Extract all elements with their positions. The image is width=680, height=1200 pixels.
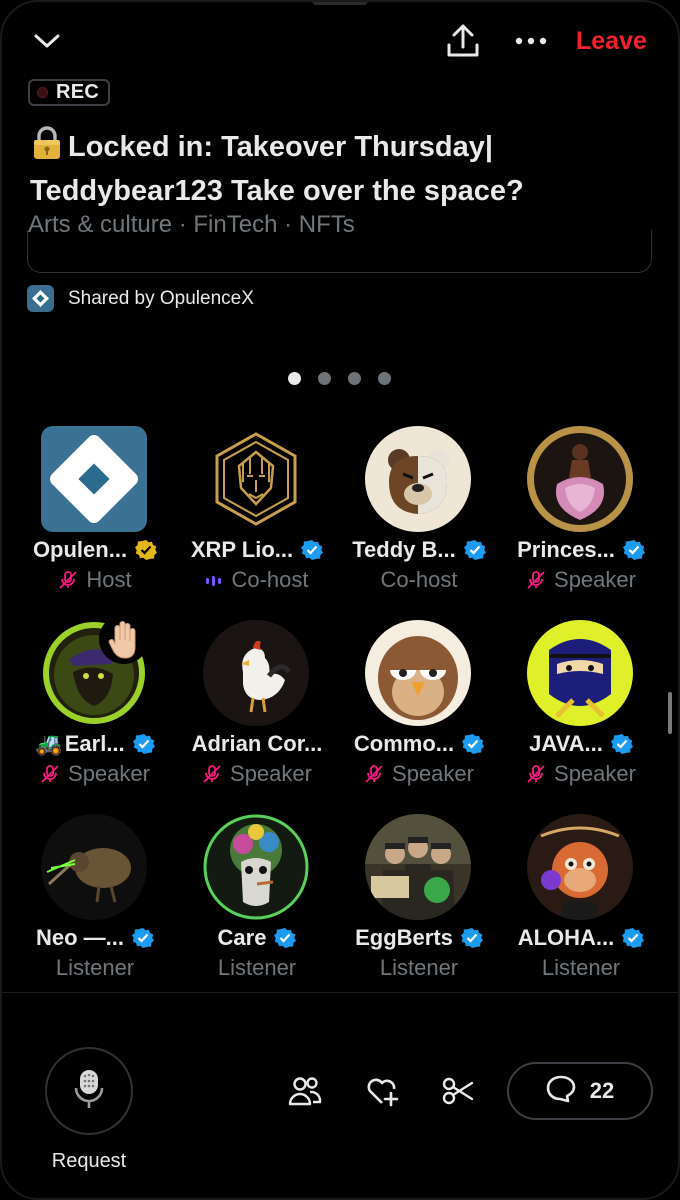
verified-icon bbox=[301, 539, 324, 561]
avatar bbox=[365, 620, 471, 726]
participant-card[interactable]: Commo... Speaker bbox=[338, 620, 500, 790]
lock-icon bbox=[30, 126, 64, 171]
participant-name: Commo... bbox=[353, 731, 455, 756]
mic-off-icon bbox=[40, 764, 60, 784]
participant-name: ALOHA... bbox=[517, 925, 615, 950]
participant-role: Listener bbox=[217, 955, 297, 980]
page-dot[interactable] bbox=[348, 372, 361, 385]
opulencex-logo-icon bbox=[27, 285, 54, 312]
avatar bbox=[527, 426, 633, 532]
space-title: Locked in: Takeover Thursday| Teddybear1… bbox=[30, 131, 524, 207]
participant-role: Speaker bbox=[554, 567, 636, 592]
participant-role: Speaker bbox=[230, 761, 312, 786]
participant-name: JAVA... bbox=[529, 731, 603, 756]
participant-name: Teddy B... bbox=[352, 537, 456, 562]
people-icon[interactable] bbox=[285, 1071, 325, 1111]
avatar bbox=[203, 620, 309, 726]
avatar bbox=[41, 426, 147, 532]
leave-button[interactable]: Leave bbox=[576, 27, 647, 56]
comment-count: 22 bbox=[589, 1078, 615, 1103]
comments-button[interactable]: 22 bbox=[507, 1062, 653, 1120]
page-dot[interactable] bbox=[318, 372, 331, 385]
participant-card[interactable]: Princes... Speaker bbox=[500, 426, 662, 596]
avatar bbox=[365, 426, 471, 532]
space-header: Leave bbox=[0, 0, 680, 80]
participant-card[interactable]: 🚜 Earl... Speaker bbox=[14, 614, 176, 790]
participant-role: Speaker bbox=[554, 761, 636, 786]
participant-card[interactable]: XRP Lio... Co-host bbox=[176, 426, 338, 596]
participant-card[interactable]: Care Listener bbox=[176, 814, 338, 984]
microphone-icon bbox=[74, 1068, 104, 1115]
page-indicator bbox=[288, 372, 391, 385]
verified-icon bbox=[460, 927, 483, 949]
avatar bbox=[41, 814, 147, 920]
page-dot[interactable] bbox=[378, 372, 391, 385]
mic-off-icon bbox=[202, 764, 222, 784]
participant-name: EggBerts bbox=[355, 925, 453, 950]
avatar bbox=[203, 426, 309, 532]
participant-card[interactable]: Teddy B... Co-host bbox=[338, 426, 500, 596]
participant-role: Speaker bbox=[68, 761, 150, 786]
raised-hand-icon bbox=[99, 614, 149, 664]
verified-icon bbox=[132, 927, 154, 949]
heart-plus-icon[interactable] bbox=[362, 1071, 402, 1111]
verified-icon bbox=[274, 927, 297, 949]
participant-name: Adrian Cor... bbox=[191, 731, 323, 756]
tractor-emoji-icon: 🚜 bbox=[35, 731, 63, 756]
avatar bbox=[527, 814, 633, 920]
participant-name: Earl... bbox=[64, 731, 125, 756]
participant-name: Care bbox=[217, 925, 267, 950]
participant-role: Listener bbox=[55, 955, 135, 980]
verified-icon bbox=[622, 927, 645, 949]
participant-name: Neo —... bbox=[35, 925, 124, 950]
participant-card[interactable]: JAVA... Speaker bbox=[500, 620, 662, 790]
participant-role: Speaker bbox=[392, 761, 474, 786]
participant-card[interactable]: ALOHA... Listener bbox=[500, 814, 662, 984]
participant-role: Listener bbox=[379, 955, 459, 980]
avatar bbox=[203, 814, 309, 920]
mic-off-icon bbox=[526, 570, 546, 590]
mic-off-icon bbox=[364, 764, 384, 784]
verified-icon bbox=[610, 733, 633, 755]
divider bbox=[0, 992, 680, 993]
recording-badge: REC bbox=[28, 79, 110, 106]
verified-icon bbox=[622, 539, 645, 561]
participant-card[interactable]: EggBerts Listener bbox=[338, 814, 500, 984]
verified-icon bbox=[132, 733, 155, 755]
participant-name: XRP Lio... bbox=[190, 537, 294, 562]
verified-icon bbox=[462, 733, 485, 755]
avatar bbox=[527, 620, 633, 726]
share-icon[interactable] bbox=[444, 22, 482, 60]
shared-by-text: Shared by OpulenceX bbox=[68, 287, 254, 309]
participant-card[interactable]: Adrian Cor... Speaker bbox=[176, 620, 338, 790]
participant-name: Opulen... bbox=[32, 537, 128, 562]
participant-role: Listener bbox=[541, 955, 621, 980]
verified-icon bbox=[463, 539, 486, 561]
scrollbar[interactable] bbox=[668, 692, 672, 734]
chevron-down-icon[interactable] bbox=[30, 26, 64, 56]
avatar bbox=[41, 614, 149, 726]
recording-dot-icon bbox=[37, 87, 48, 98]
space-card-border bbox=[27, 230, 652, 273]
space-title-block: Locked in: Takeover Thursday| Teddybear1… bbox=[30, 126, 650, 211]
page-dot[interactable] bbox=[288, 372, 301, 385]
mic-off-icon bbox=[58, 570, 78, 590]
avatar bbox=[365, 814, 471, 920]
recording-label: REC bbox=[56, 81, 100, 103]
shared-by-row[interactable]: Shared by OpulenceX bbox=[27, 285, 254, 312]
scissors-icon[interactable] bbox=[438, 1071, 478, 1111]
request-label: Request bbox=[51, 1150, 127, 1172]
comment-icon bbox=[546, 1075, 576, 1108]
participant-role: Co-host bbox=[231, 567, 309, 592]
participant-card[interactable]: Neo —... Listener bbox=[14, 814, 176, 984]
more-icon[interactable] bbox=[512, 28, 550, 54]
participant-role: Host bbox=[86, 567, 132, 592]
verified-gold-icon bbox=[135, 539, 158, 561]
request-mic-button[interactable] bbox=[45, 1047, 133, 1135]
participant-card[interactable]: Opulen... Host bbox=[14, 426, 176, 596]
speaking-wave-icon bbox=[205, 567, 223, 593]
participant-role: Co-host bbox=[380, 567, 458, 592]
mic-off-icon bbox=[526, 764, 546, 784]
participant-name: Princes... bbox=[517, 537, 615, 562]
